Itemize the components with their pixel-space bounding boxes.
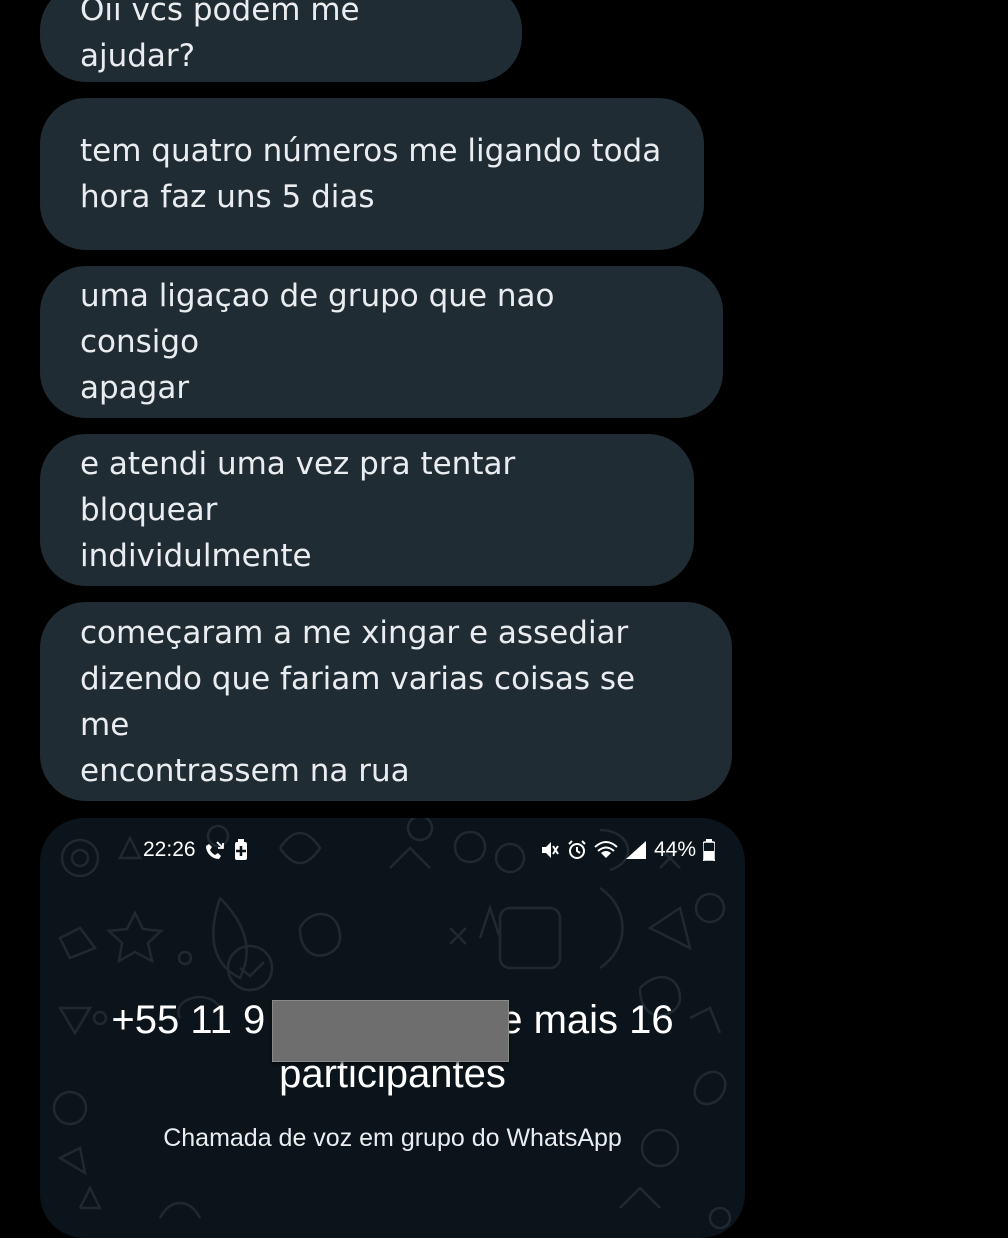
message-text: começaram a me xingar e assediar dizendo… — [80, 614, 636, 789]
status-bar: 22:26 44% — [40, 838, 745, 868]
message-text: e atendi uma vez pra tentar bloquear ind… — [80, 446, 516, 574]
wifi-icon — [594, 840, 618, 860]
message-bubble[interactable]: tem quatro números me ligando toda hora … — [40, 98, 704, 250]
call-type-label: Chamada de voz em grupo do WhatsApp — [163, 1124, 622, 1152]
status-time: 22:26 — [143, 838, 196, 861]
message-text: uma ligaçao de grupo que nao consigo apa… — [80, 278, 555, 406]
call-screenshot-attachment[interactable]: 22:26 44% +55 11 9 e mais 16 participant… — [40, 818, 745, 1238]
caller-number-prefix: +55 11 9 — [111, 998, 266, 1042]
message-bubble[interactable]: e atendi uma vez pra tentar bloquear ind… — [40, 434, 694, 586]
alarm-icon — [567, 840, 587, 860]
message-bubble[interactable]: Oii vcs podem me ajudar? — [40, 0, 522, 82]
signal-icon — [625, 840, 647, 860]
message-text: tem quatro números me ligando toda hora … — [80, 133, 662, 215]
message-bubble[interactable]: começaram a me xingar e assediar dizendo… — [40, 602, 732, 801]
battery-icon — [703, 839, 715, 861]
battery-percent: 44% — [653, 838, 696, 861]
mute-vibrate-icon — [540, 840, 560, 860]
missed-call-icon — [204, 840, 226, 860]
redaction-box — [272, 1000, 509, 1062]
caller-participants-count: e mais 16 — [500, 998, 674, 1042]
battery-saver-icon — [234, 839, 248, 861]
message-bubble[interactable]: uma ligaçao de grupo que nao consigo apa… — [40, 266, 723, 418]
message-text: Oii vcs podem me ajudar? — [80, 0, 360, 74]
